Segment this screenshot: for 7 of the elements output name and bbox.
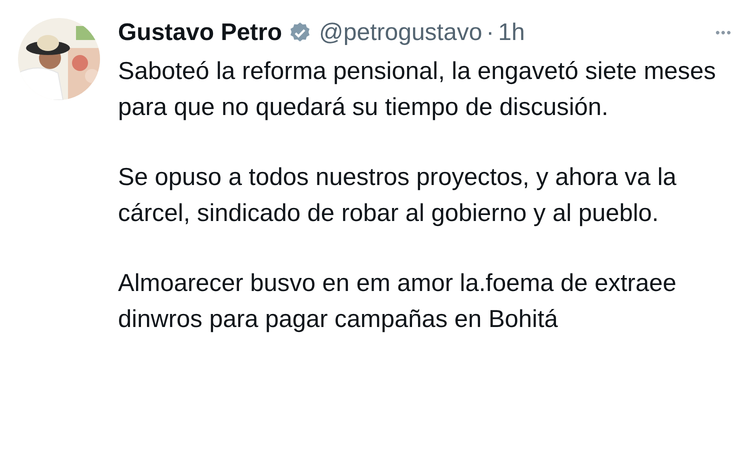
post-text: Saboteó la reforma pensional, la engavetó siete meses para que no quedará su tiempo de discusión.	[118, 57, 717, 122]
author-name[interactable]: Gustavo Petro	[118, 19, 282, 47]
author-handle[interactable]: @petrogustavo	[319, 19, 482, 47]
separator: ·	[486, 19, 494, 47]
post-text: Se opuso a todos nuestros proyectos, y ahora va la cárcel, sindicado de robar al gobierno y al pueblo.	[118, 163, 678, 228]
post-time[interactable]: 1h	[498, 19, 525, 47]
post-text: Almoarecer busvo en em amor la.foema de extraee dinwros para pagar campañas en Bohitá	[118, 269, 678, 334]
